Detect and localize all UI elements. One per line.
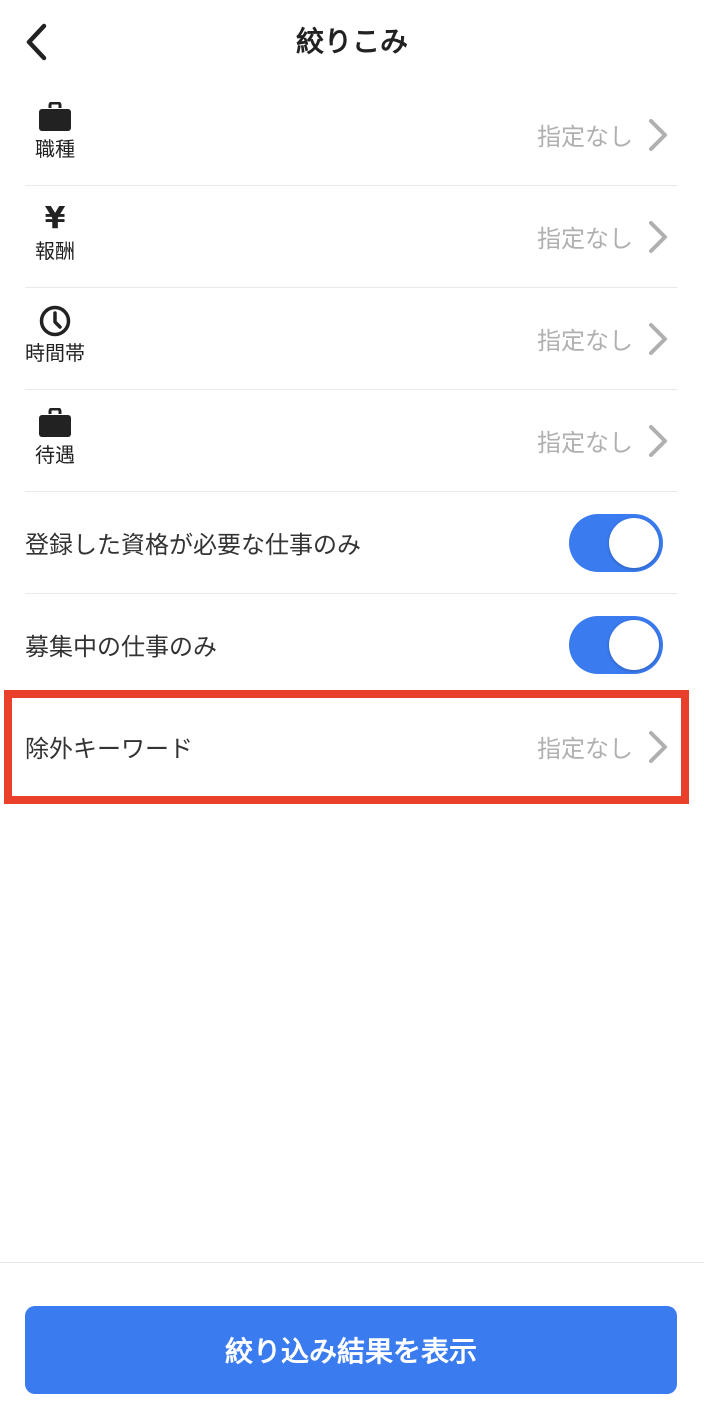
filter-value: 指定なし bbox=[537, 327, 633, 355]
filter-icon-block: 職種 bbox=[25, 100, 85, 162]
briefcase-icon bbox=[37, 406, 73, 440]
header: 絞りこみ bbox=[0, 0, 704, 84]
yen-icon: ¥ bbox=[44, 201, 66, 236]
exclude-keyword-label: 除外キーワード bbox=[25, 735, 193, 763]
filter-row-job-type[interactable]: 職種 指定なし bbox=[25, 84, 677, 186]
toggle-knob bbox=[609, 620, 659, 670]
filter-row-reward[interactable]: ¥ 報酬 指定なし bbox=[25, 186, 677, 288]
chevron-right-icon bbox=[647, 220, 669, 254]
toggle-row-recruiting-only: 募集中の仕事のみ bbox=[25, 594, 677, 696]
chevron-right-icon bbox=[647, 424, 669, 458]
filter-list: 職種 指定なし ¥ 報酬 指定なし 時間帯 指定なし 待遇 指定なし 登録した資… bbox=[25, 84, 677, 798]
toggle-knob bbox=[609, 518, 659, 568]
filter-value-area: 指定なし bbox=[537, 696, 669, 797]
filter-icon-block: 待遇 bbox=[25, 406, 85, 468]
toggle-row-qualified-only: 登録した資格が必要な仕事のみ bbox=[25, 492, 677, 594]
chevron-right-icon bbox=[647, 118, 669, 152]
filter-label: 時間帯 bbox=[25, 341, 85, 365]
briefcase-icon bbox=[37, 100, 73, 134]
filter-value: 指定なし bbox=[537, 429, 633, 457]
chevron-right-icon bbox=[647, 322, 669, 356]
qualified-only-toggle[interactable] bbox=[569, 514, 663, 572]
filter-row-exclude-keyword[interactable]: 除外キーワード 指定なし bbox=[25, 696, 677, 798]
filter-icon-block: ¥ 報酬 bbox=[25, 202, 85, 264]
filter-value-area: 指定なし bbox=[537, 390, 669, 491]
filter-row-time-slot[interactable]: 時間帯 指定なし bbox=[25, 288, 677, 390]
show-results-button[interactable]: 絞り込み結果を表示 bbox=[25, 1306, 677, 1394]
page-title: 絞りこみ bbox=[295, 25, 408, 58]
filter-label: 職種 bbox=[35, 137, 75, 161]
filter-value: 指定なし bbox=[537, 123, 633, 151]
filter-value-area: 指定なし bbox=[537, 84, 669, 185]
filter-value: 指定なし bbox=[537, 735, 633, 763]
filter-value-area: 指定なし bbox=[537, 186, 669, 287]
recruiting-only-toggle[interactable] bbox=[569, 616, 663, 674]
filter-value-area: 指定なし bbox=[537, 288, 669, 389]
filter-label: 報酬 bbox=[35, 239, 75, 263]
filter-row-benefits[interactable]: 待遇 指定なし bbox=[25, 390, 677, 492]
chevron-right-icon bbox=[647, 730, 669, 764]
clock-icon bbox=[37, 304, 73, 338]
filter-icon-block: 時間帯 bbox=[25, 304, 85, 366]
filter-value: 指定なし bbox=[537, 225, 633, 253]
filter-label: 待遇 bbox=[35, 443, 75, 467]
toggle-label: 登録した資格が必要な仕事のみ bbox=[25, 531, 361, 559]
footer-divider bbox=[0, 1262, 704, 1263]
toggle-label: 募集中の仕事のみ bbox=[25, 633, 217, 661]
